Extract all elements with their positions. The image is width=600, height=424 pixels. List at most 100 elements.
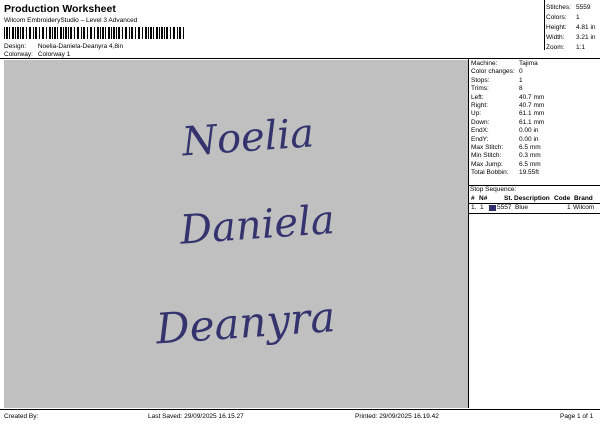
barcode-bar: [15, 27, 16, 39]
barcode-bar: [70, 27, 72, 39]
barcode-bar: [46, 27, 47, 39]
barcode-bar: [83, 27, 85, 39]
barcode-bar: [42, 27, 44, 39]
barcode-bar: [122, 27, 123, 39]
zoom-value: 1:1: [576, 44, 586, 51]
barcode-bar: [60, 27, 62, 39]
down-value: 61.1 mm: [519, 118, 545, 126]
barcode-bar: [100, 27, 101, 39]
barcode-bar: [129, 27, 130, 39]
barcode-bar: [131, 27, 133, 39]
barcode-bar: [12, 27, 14, 39]
down-label: Down:: [471, 118, 490, 126]
header-rule: [0, 58, 600, 59]
barcode-bar: [111, 27, 112, 39]
stitches-value: 5559: [576, 4, 591, 11]
barcode-bar: [102, 27, 104, 39]
barcode-bar: [108, 27, 110, 39]
barcode-bar: [138, 27, 140, 39]
height-value: 4.81 in: [576, 24, 596, 31]
col-index: #: [471, 195, 475, 202]
colors-label: Colors:: [546, 14, 567, 21]
barcode-bar: [68, 27, 69, 39]
barcode-bar: [63, 27, 64, 39]
barcode-bar: [17, 27, 19, 39]
stitches-label: Stitches:: [546, 4, 571, 11]
barcode-bar: [135, 27, 136, 39]
colorway-value: Colorway 1: [37, 51, 71, 58]
total-bobbin-value: 19.55ft: [519, 169, 539, 177]
barcode-bar: [4, 27, 5, 39]
up-value: 61.1 mm: [519, 110, 545, 118]
barcode-bar: [173, 27, 175, 39]
machine-value: Tajima: [519, 60, 538, 67]
zoom-label: Zoom:: [546, 44, 565, 51]
max-jump-value: 6.5 mm: [519, 160, 541, 168]
barcode-bar: [49, 27, 51, 39]
stop-sequence-title: Stop Sequence:: [470, 186, 517, 193]
left-label: Left:: [471, 93, 484, 101]
width-value: 3.21 in: [576, 34, 596, 41]
barcode-bar: [6, 27, 8, 39]
width-label: Width:: [546, 34, 565, 41]
barcode-bar: [161, 27, 163, 39]
height-label: Height:: [546, 24, 567, 31]
barcode-bar: [35, 27, 37, 39]
row-st: 5557: [497, 204, 512, 211]
barcode-bar: [39, 27, 40, 39]
design-label: Design:: [4, 43, 27, 50]
design-preview: Noelia Daniela Deanyra: [4, 60, 468, 408]
barcode-bar: [183, 27, 184, 39]
barcode-bar: [179, 27, 181, 39]
max-stitch-label: Max Stitch:: [471, 143, 504, 151]
name-daniela: Daniela: [177, 197, 336, 254]
row-brand: Wilcom: [573, 204, 595, 211]
barcode-bar: [26, 27, 27, 39]
design-row: Design: Noelia-Daniela-Deanyra 4,8in: [4, 43, 123, 50]
machine-info-table: Machine: Tajima Color changes: 0 Stops: 1 T…: [471, 60, 544, 177]
col-n: N#: [479, 195, 488, 202]
col-description: Description: [514, 195, 550, 202]
footer-rule: [0, 409, 600, 410]
stop-sequence-rule-bottom: [469, 213, 600, 214]
name-noelia: Noelia: [179, 110, 315, 165]
row-n: 1: [480, 204, 484, 211]
min-stitch-label: Min Stitch:: [471, 152, 502, 160]
barcode-bar: [74, 27, 75, 39]
endx-value: 0.00 in: [519, 127, 539, 135]
endy-value: 0.00 in: [519, 135, 539, 143]
right-label: Right:: [471, 101, 488, 109]
barcode-bar: [125, 27, 127, 39]
col-brand: Brand: [574, 195, 593, 202]
machine-label: Machine:: [471, 60, 498, 67]
barcode-bar: [20, 27, 21, 39]
barcode-bar: [81, 27, 82, 39]
name-deanyra: Deanyra: [153, 292, 336, 353]
barcode-bar: [164, 27, 165, 39]
barcode-bar: [54, 27, 56, 39]
table-row: 1. 1 5557 Blue 1 Wilcom: [470, 204, 597, 213]
barcode-bar: [87, 27, 88, 39]
endx-label: EndX:: [471, 127, 489, 135]
row-description: Blue: [515, 204, 529, 211]
barcode-bar: [113, 27, 115, 39]
stops-value: 1: [519, 76, 523, 84]
barcode-bar: [118, 27, 120, 39]
summary-table: Stitches: 5559 Colors: 1 Height: 4.81 in Wi…: [546, 3, 596, 53]
col-st: St.: [504, 195, 513, 202]
endy-label: EndY:: [471, 135, 489, 143]
max-jump-label: Max Jump:: [471, 160, 503, 168]
barcode-bar: [65, 27, 67, 39]
colorway-label: Colorway:: [4, 51, 33, 58]
design-value: Noelia-Daniela-Deanyra 4,8in: [37, 43, 124, 50]
colorway-row: Colorway: Colorway 1: [4, 51, 70, 58]
barcode-bar: [97, 27, 99, 39]
total-bobbin-label: Total Bobbin:: [471, 169, 509, 177]
up-label: Up:: [471, 110, 482, 118]
barcode-bar: [105, 27, 106, 39]
barcode-bar: [170, 27, 171, 39]
barcode-bar: [148, 27, 149, 39]
barcode-bar: [116, 27, 117, 39]
barcode-bar: [153, 27, 154, 39]
panel-divider: [468, 58, 469, 408]
